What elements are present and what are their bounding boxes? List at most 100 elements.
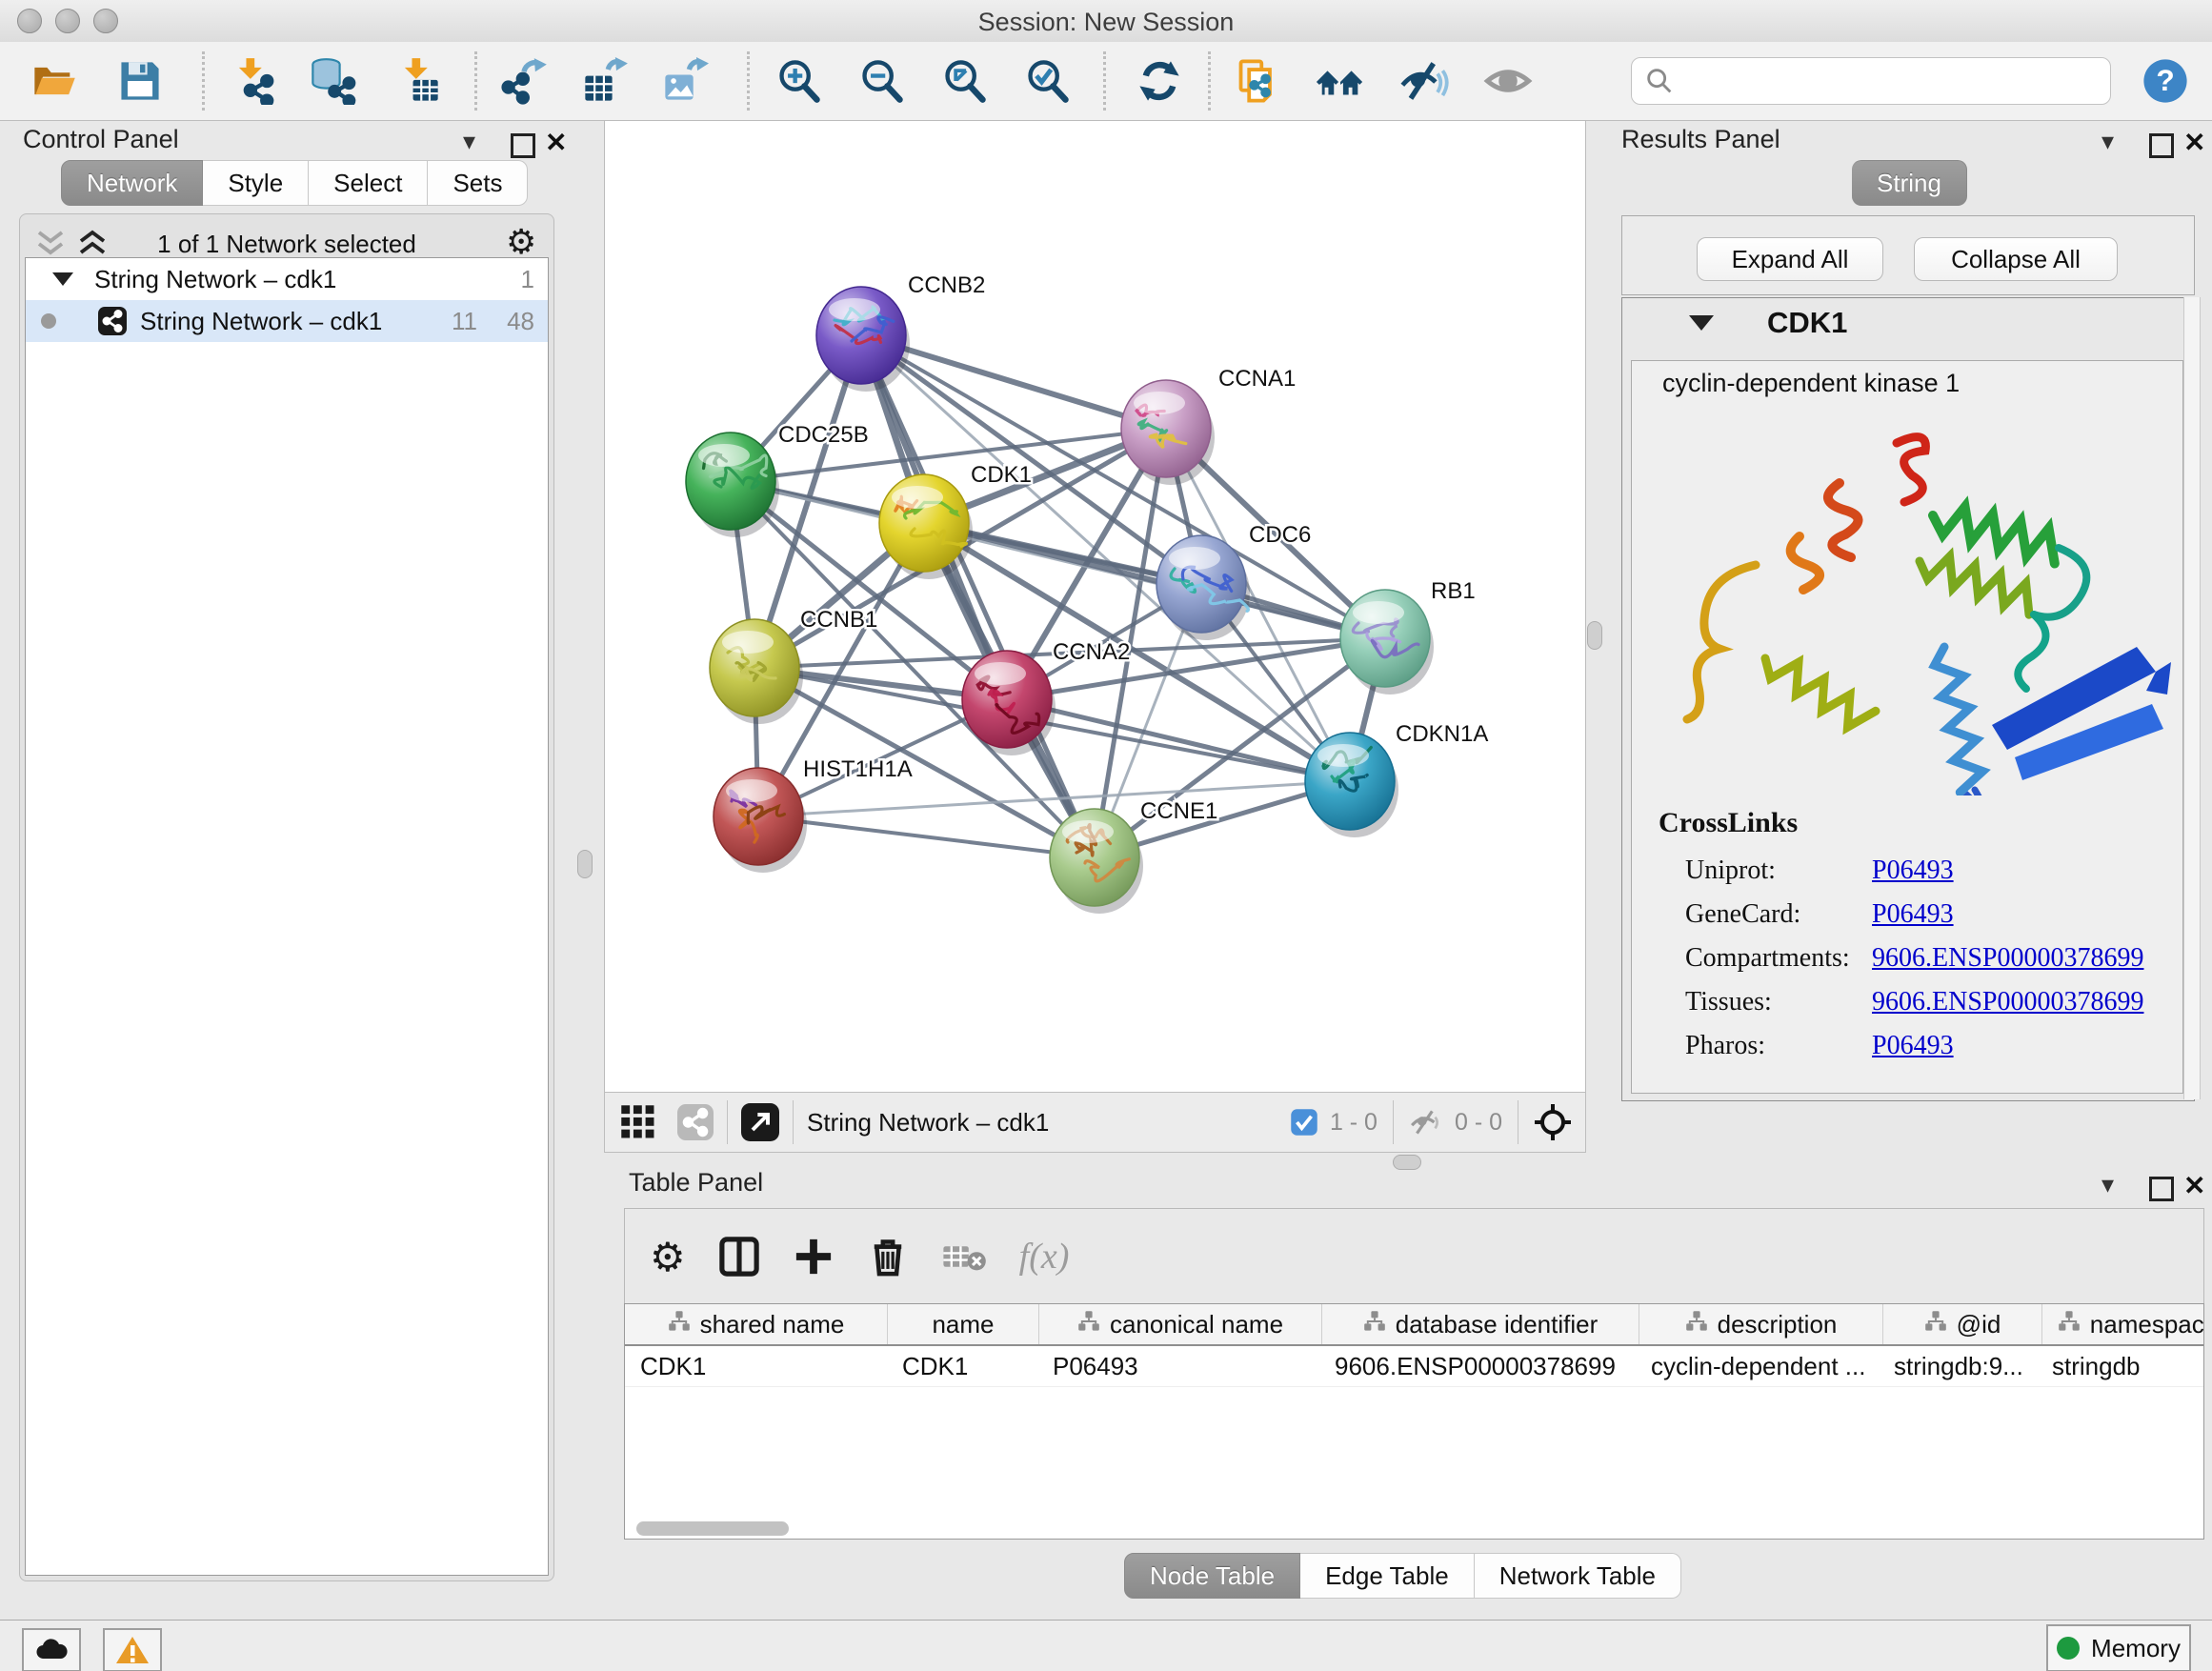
memory-button[interactable]: Memory [2046, 1624, 2191, 1671]
network-node-CCNB1[interactable]: CCNB1 [710, 607, 877, 724]
table-row[interactable]: CDK1CDK1P064939606.ENSP00000378699cyclin… [625, 1346, 2203, 1387]
duplicate-network-button[interactable] [1233, 55, 1284, 107]
column-header-@id[interactable]: @id [1883, 1304, 2042, 1344]
results-panel-float-icon[interactable] [2149, 133, 2174, 158]
search-icon [1643, 65, 1676, 97]
tab-string[interactable]: String [1852, 160, 1967, 206]
crosslink-link[interactable]: P06493 [1872, 899, 1954, 930]
table-cell[interactable]: P06493 [1037, 1346, 1319, 1386]
export-network-button[interactable] [499, 55, 551, 107]
crosslink-label: Uniprot: [1685, 856, 1872, 886]
horizontal-scrollbar[interactable] [636, 1521, 789, 1536]
control-panel-collapse-icon[interactable]: ▾ [463, 127, 475, 156]
import-table-from-file-button[interactable] [392, 55, 444, 107]
table-panel-close-icon[interactable]: ✕ [2183, 1170, 2205, 1201]
table-cell[interactable]: stringdb [2037, 1346, 2204, 1386]
delete-table-icon[interactable] [941, 1238, 987, 1275]
tab-sets[interactable]: Sets [428, 160, 528, 206]
save-session-button[interactable] [114, 55, 166, 107]
warnings-button[interactable] [103, 1628, 162, 1671]
birds-eye-view-icon[interactable] [741, 1103, 779, 1141]
column-header-label: database identifier [1396, 1310, 1598, 1339]
export-table-button[interactable] [579, 55, 631, 107]
open-session-button[interactable] [29, 55, 80, 107]
results-scrollbar[interactable] [2183, 297, 2201, 1099]
table-cell[interactable]: stringdb:9... [1879, 1346, 2037, 1386]
refresh-button[interactable] [1134, 55, 1185, 107]
table-panel-float-icon[interactable] [2149, 1177, 2174, 1201]
shared-column-icon [668, 1310, 691, 1339]
function-builder-icon[interactable]: f(x) [1019, 1236, 1070, 1278]
column-header-namespace[interactable]: namespace [2042, 1304, 2204, 1344]
column-header-name[interactable]: name [888, 1304, 1039, 1344]
tab-select[interactable]: Select [309, 160, 428, 206]
tab-edge-table[interactable]: Edge Table [1300, 1553, 1475, 1599]
network-node-CDKN1A[interactable]: CDKN1A [1305, 721, 1488, 837]
help-button[interactable]: ? [2140, 55, 2191, 107]
search-input[interactable] [1683, 67, 2102, 96]
hidden-eye-icon[interactable] [1409, 1108, 1443, 1137]
zoom-out-button[interactable] [856, 55, 908, 107]
network-row[interactable]: String Network – cdk1 11 48 [26, 300, 548, 342]
control-panel-float-icon[interactable] [511, 133, 535, 158]
bottom-splitter-handle[interactable] [1393, 1155, 1421, 1170]
expand-all-button[interactable]: Expand All [1697, 237, 1883, 281]
table-cell[interactable]: CDK1 [625, 1346, 887, 1386]
network-panel-gear-icon[interactable]: ⚙ [506, 222, 536, 262]
table-gear-icon[interactable]: ⚙ [650, 1234, 686, 1280]
tab-network[interactable]: Network [61, 160, 203, 206]
show-columns-icon[interactable] [718, 1236, 760, 1278]
network-node-CCNE1[interactable]: CCNE1 [1050, 798, 1217, 914]
results-panel-close-icon[interactable]: ✕ [2183, 127, 2205, 158]
table-cell[interactable]: 9606.ENSP00000378699 [1319, 1346, 1636, 1386]
network-canvas[interactable]: CCNB2CCNA1CDC25BCDK1CDC6RB1CCNB1CCNA2CDK… [604, 120, 1586, 1094]
selected-count: 1 - 0 [1330, 1109, 1377, 1137]
import-network-from-file-button[interactable] [227, 55, 278, 107]
network-view-icon[interactable] [677, 1104, 714, 1140]
network-edge-count: 48 [507, 307, 534, 336]
export-image-button[interactable] [659, 55, 711, 107]
cloud-icon [34, 1637, 69, 1663]
fit-selection-crosshair-icon[interactable] [1534, 1103, 1572, 1141]
column-header-database-identifier[interactable]: database identifier [1322, 1304, 1639, 1344]
tree-expand-arrow-icon[interactable] [52, 272, 73, 286]
tab-style[interactable]: Style [203, 160, 309, 206]
zoom-in-button[interactable] [774, 55, 825, 107]
cloud-status-button[interactable] [22, 1628, 81, 1671]
crosslink-link[interactable]: P06493 [1872, 856, 1954, 886]
collapse-all-button[interactable]: Collapse All [1914, 237, 2118, 281]
left-splitter-handle[interactable] [577, 850, 593, 878]
import-network-from-database-button[interactable] [307, 55, 358, 107]
column-header-canonical-name[interactable]: canonical name [1039, 1304, 1322, 1344]
show-all-button[interactable] [1482, 55, 1534, 107]
right-splitter-handle[interactable] [1587, 621, 1602, 650]
column-header-description[interactable]: description [1639, 1304, 1883, 1344]
table-panel-collapse-icon[interactable]: ▾ [2101, 1170, 2114, 1199]
hide-selected-button[interactable] [1398, 55, 1450, 107]
zoom-fit-content-button[interactable] [939, 55, 991, 107]
crosslink-link[interactable]: P06493 [1872, 1031, 1954, 1061]
table-cell[interactable]: cyclin-dependent ... [1636, 1346, 1879, 1386]
column-header-shared-name[interactable]: shared name [625, 1304, 888, 1344]
grid-view-icon[interactable] [620, 1104, 656, 1140]
results-entry-body: cyclin-dependent kinase 1 CrossLinks Uni… [1631, 360, 2183, 1094]
tab-network-table[interactable]: Network Table [1475, 1553, 1681, 1599]
crosslink-link[interactable]: 9606.ENSP00000378699 [1872, 987, 2143, 1017]
entry-collapse-arrow-icon[interactable] [1689, 315, 1714, 331]
add-column-icon[interactable] [793, 1236, 835, 1278]
network-node-RB1[interactable]: RB1 [1340, 578, 1476, 695]
string-network-graph[interactable]: CCNB2CCNA1CDC25BCDK1CDC6RB1CCNB1CCNA2CDK… [605, 121, 1585, 1093]
network-node-CCNB2[interactable]: CCNB2 [816, 272, 985, 392]
zoom-selected-button[interactable] [1022, 55, 1074, 107]
crosslink-link[interactable]: 9606.ENSP00000378699 [1872, 943, 2143, 974]
first-neighbors-button[interactable] [1315, 55, 1366, 107]
tab-node-table[interactable]: Node Table [1124, 1553, 1300, 1599]
table-cell[interactable]: CDK1 [887, 1346, 1037, 1386]
memory-status-dot-icon [2057, 1637, 2080, 1660]
results-panel-collapse-icon[interactable]: ▾ [2101, 127, 2114, 156]
selected-checkbox-icon[interactable] [1290, 1108, 1318, 1137]
delete-column-icon[interactable] [867, 1236, 909, 1278]
network-collection-row[interactable]: String Network – cdk1 1 [26, 258, 548, 300]
network-node-CCNA2[interactable]: CCNA2 [962, 639, 1130, 755]
control-panel-close-icon[interactable]: ✕ [545, 127, 567, 158]
